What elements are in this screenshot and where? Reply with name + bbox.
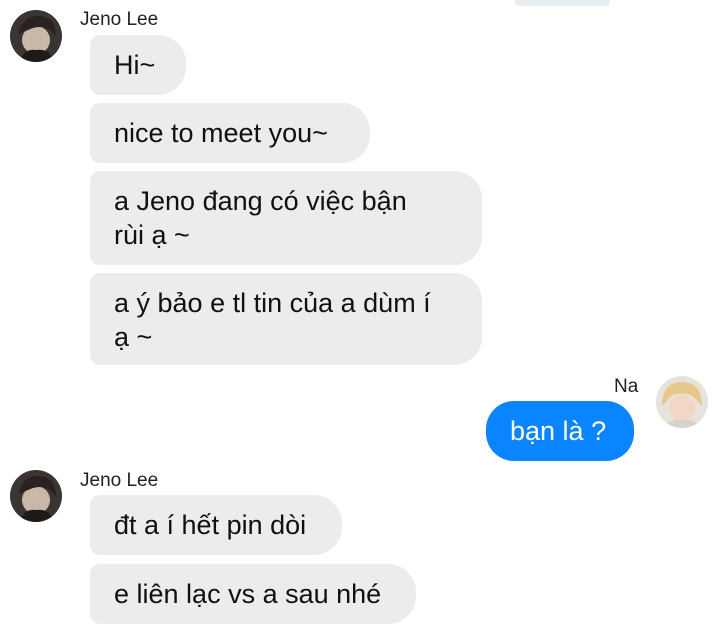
message-bubble-outgoing[interactable]: bạn là ? [486,401,634,461]
message-bubble-incoming[interactable]: Hi~ [90,35,186,95]
jeno-avatar-image [10,10,62,62]
message-bubble-incoming[interactable]: a ý bảo e tl tin của a dùm í ạ ~ [90,273,482,365]
na-avatar-image [656,376,708,428]
message-bubble-incoming[interactable]: nice to meet you~ [90,103,370,163]
jeno-avatar[interactable] [10,10,62,62]
sender-name-na: Na [614,376,639,397]
sender-name-jeno: Jeno Lee [80,9,159,30]
message-bubble-incoming[interactable]: a Jeno đang có việc bận rùi ạ ~ [90,171,482,265]
message-bubble-incoming[interactable]: e liên lạc vs a sau nhé [90,564,416,624]
na-avatar[interactable] [656,376,708,428]
top-indicator [515,0,610,6]
jeno-avatar[interactable] [10,470,62,522]
message-bubble-incoming[interactable]: đt a í hết pin dòi [90,495,342,555]
jeno-avatar-image [10,470,62,522]
sender-name-jeno: Jeno Lee [80,470,159,491]
